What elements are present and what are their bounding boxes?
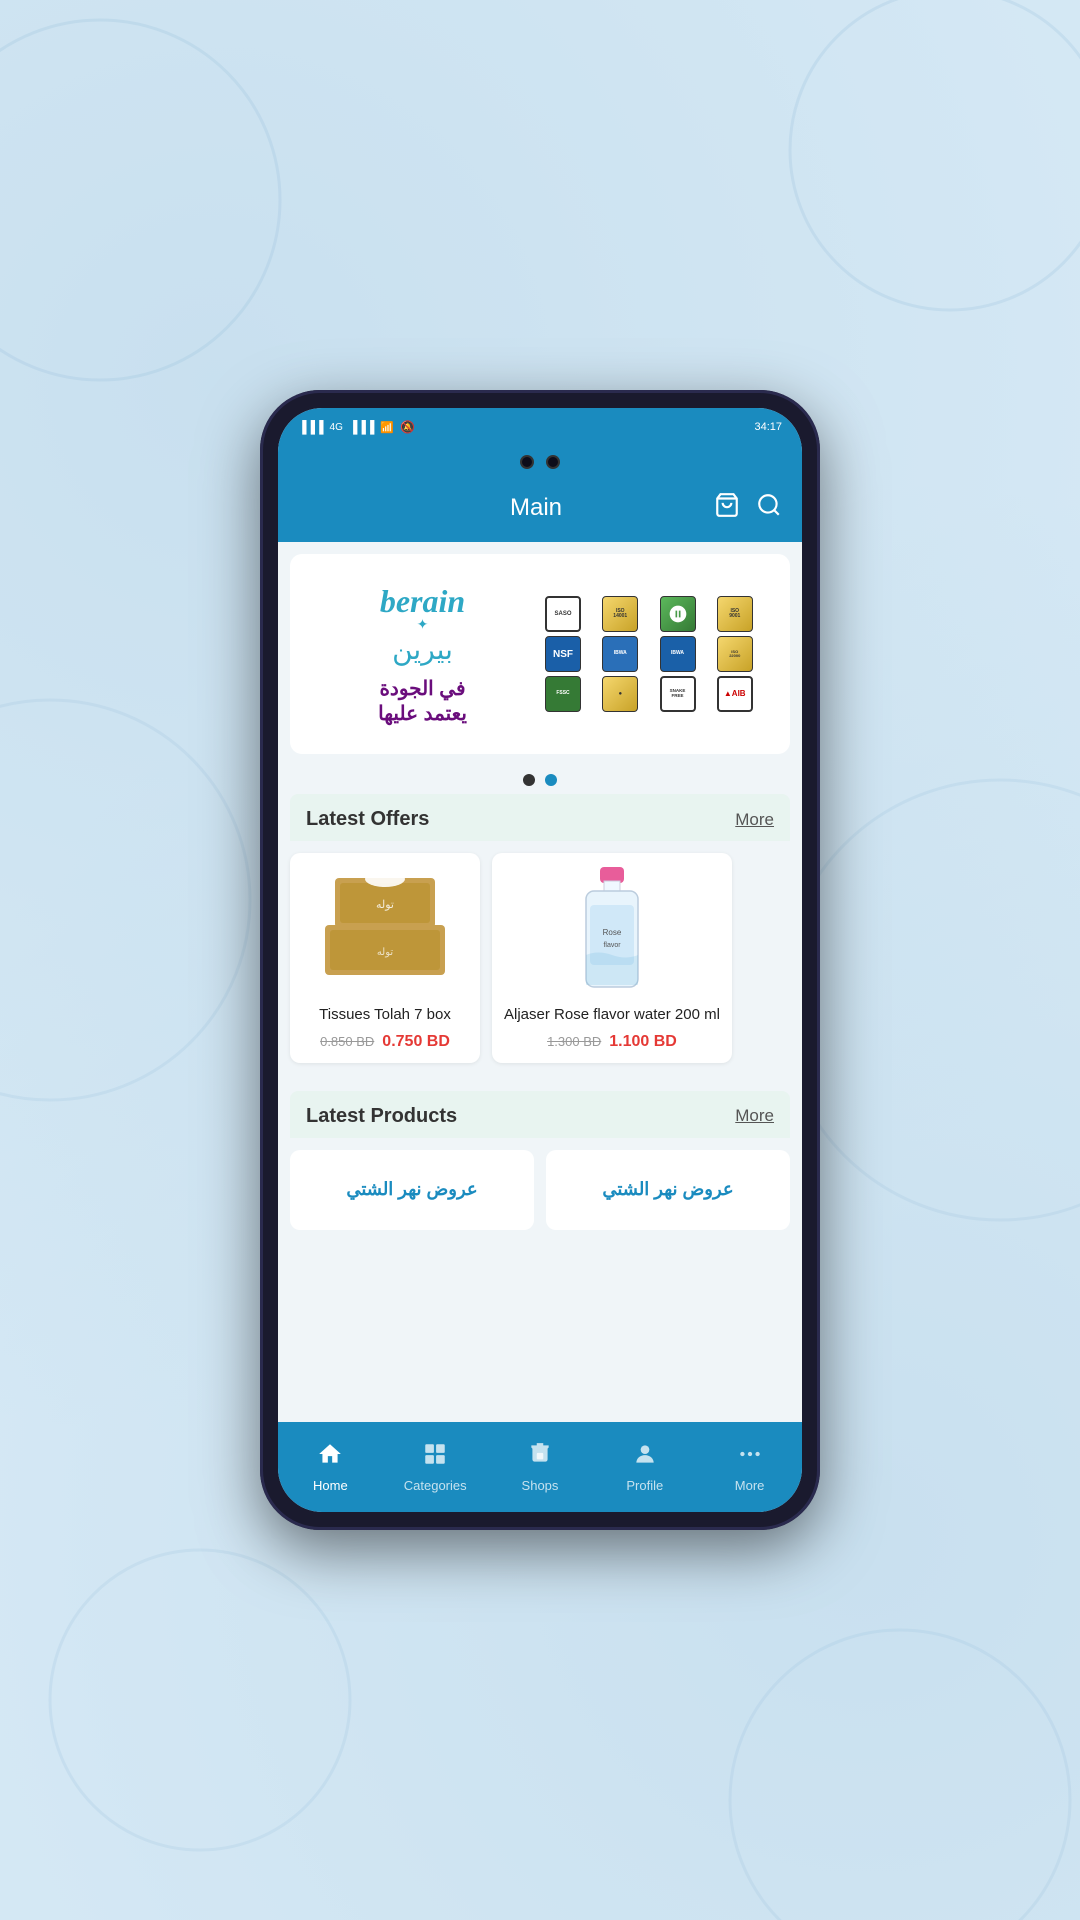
preview-card-1[interactable]: عروض نهر الشتي — [290, 1150, 534, 1230]
signal-icon: ▐▐▐ — [298, 420, 324, 434]
cert-fssc: FSSC — [545, 676, 581, 712]
status-left: ▐▐▐ 4G ▐▐▐ 📶 🔕 — [298, 420, 415, 434]
latest-products-more[interactable]: More — [735, 1106, 774, 1126]
shops-icon — [527, 1441, 553, 1474]
camera-dot-left — [520, 455, 534, 469]
status-bar: ▐▐▐ 4G ▐▐▐ 📶 🔕 34:17 — [278, 408, 802, 446]
network-type: 4G — [330, 422, 343, 433]
product-image-tissue: توله توله — [315, 865, 455, 995]
product-card-tissue[interactable]: توله توله Tissues Tolah 7 box 0. — [290, 853, 480, 1063]
search-icon[interactable] — [756, 492, 782, 524]
sale-price-tissue: 0.750 BD — [382, 1033, 450, 1051]
nav-home[interactable]: Home — [278, 1422, 383, 1512]
svg-text:توله: توله — [376, 899, 394, 911]
cart-icon[interactable] — [714, 492, 740, 524]
main-content: berain ✦ بيرين في الجودة يعتمد عليها SAS… — [278, 542, 802, 1422]
nav-shops-label: Shops — [522, 1478, 559, 1493]
cert-ibwa2: IBWA — [660, 636, 696, 672]
nav-more[interactable]: More — [697, 1422, 802, 1512]
svg-text:flavor: flavor — [603, 942, 621, 949]
cert-nsf: NSF — [545, 636, 581, 672]
cert-aib: ▲AIB — [717, 676, 753, 712]
banner-brand: berain ✦ بيرين في الجودة يعتمد عليها — [310, 583, 535, 726]
nav-home-label: Home — [313, 1478, 348, 1493]
cert-ibwa: IBWA — [602, 636, 638, 672]
cert-iso22000: ISO22000 — [717, 636, 753, 672]
berain-star: ✦ — [417, 616, 429, 633]
bottom-navigation: Home Categories — [278, 1422, 802, 1512]
dot-1[interactable] — [523, 774, 535, 786]
nav-categories[interactable]: Categories — [383, 1422, 488, 1512]
latest-products-preview: عروض نهر الشتي عروض نهر الشتي — [278, 1138, 802, 1242]
product-pricing-tissue: 0.850 BD 0.750 BD — [320, 1033, 450, 1051]
cert-halal: ● — [602, 676, 638, 712]
offers-products-row: توله توله Tissues Tolah 7 box 0. — [278, 841, 802, 1075]
app-header: Main — [278, 478, 802, 542]
nav-more-label: More — [735, 1478, 765, 1493]
latest-products-title: Latest Products — [306, 1105, 457, 1128]
latest-offers-header: Latest Offers More — [290, 794, 790, 841]
berain-tagline: في الجودة يعتمد عليها — [378, 676, 467, 726]
banner-card: berain ✦ بيرين في الجودة يعتمد عليها SAS… — [290, 554, 790, 754]
profile-icon — [632, 1441, 658, 1474]
product-pricing-water: 1.300 BD 1.100 BD — [547, 1033, 677, 1051]
nav-profile[interactable]: Profile — [592, 1422, 697, 1512]
cert-saso: SASO — [545, 596, 581, 632]
svg-text:Rose: Rose — [603, 928, 622, 937]
svg-text:توله: توله — [377, 947, 394, 958]
cert-iso14001: ISO14001 — [602, 596, 638, 632]
sale-price-water: 1.100 BD — [609, 1033, 677, 1051]
latest-offers-section: Latest Offers More توله — [278, 794, 802, 1075]
promo-text-1: عروض نهر الشتي — [346, 1179, 477, 1200]
home-icon — [317, 1441, 343, 1474]
certifications-grid: SASO ISO14001 ISO9001 NSF IBWA IBWA ISO2… — [545, 596, 770, 712]
latest-products-header: Latest Products More — [290, 1091, 790, 1138]
product-name-water: Aljaser Rose flavor water 200 ml — [504, 1005, 720, 1025]
product-card-water[interactable]: Rose flavor Aljaser Rose flavor water 20… — [492, 853, 732, 1063]
cert-iso-green — [660, 596, 696, 632]
camera-area — [278, 446, 802, 478]
dot-2[interactable] — [545, 774, 557, 786]
more-icon — [737, 1441, 763, 1474]
latest-offers-more[interactable]: More — [735, 810, 774, 830]
berain-arabic: بيرين — [392, 633, 453, 666]
header-icons — [714, 492, 782, 524]
nav-categories-label: Categories — [404, 1478, 467, 1493]
product-image-water: Rose flavor — [542, 865, 682, 995]
signal-icon-2: ▐▐▐ — [349, 420, 375, 434]
berain-logo: berain — [380, 583, 465, 620]
nav-shops[interactable]: Shops — [488, 1422, 593, 1512]
original-price-water: 1.300 BD — [547, 1034, 601, 1049]
camera-bump — [520, 455, 560, 469]
nav-profile-label: Profile — [626, 1478, 663, 1493]
wifi-icon: 📶 — [380, 421, 394, 434]
original-price-tissue: 0.850 BD — [320, 1034, 374, 1049]
status-time: 34:17 — [754, 421, 782, 433]
camera-dot-right — [546, 455, 560, 469]
cert-snake: SNAKEFREE — [660, 676, 696, 712]
categories-icon — [422, 1441, 448, 1474]
mute-icon: 🔕 — [400, 420, 415, 434]
slide-dots — [278, 766, 802, 794]
promo-text-2: عروض نهر الشتي — [602, 1179, 733, 1200]
product-name-tissue: Tissues Tolah 7 box — [319, 1005, 451, 1025]
cert-iso9001: ISO9001 — [717, 596, 753, 632]
latest-offers-title: Latest Offers — [306, 808, 429, 831]
page-title: Main — [358, 494, 714, 522]
preview-card-2[interactable]: عروض نهر الشتي — [546, 1150, 790, 1230]
latest-products-section: Latest Products More عروض نهر الشتي عروض… — [278, 1091, 802, 1242]
